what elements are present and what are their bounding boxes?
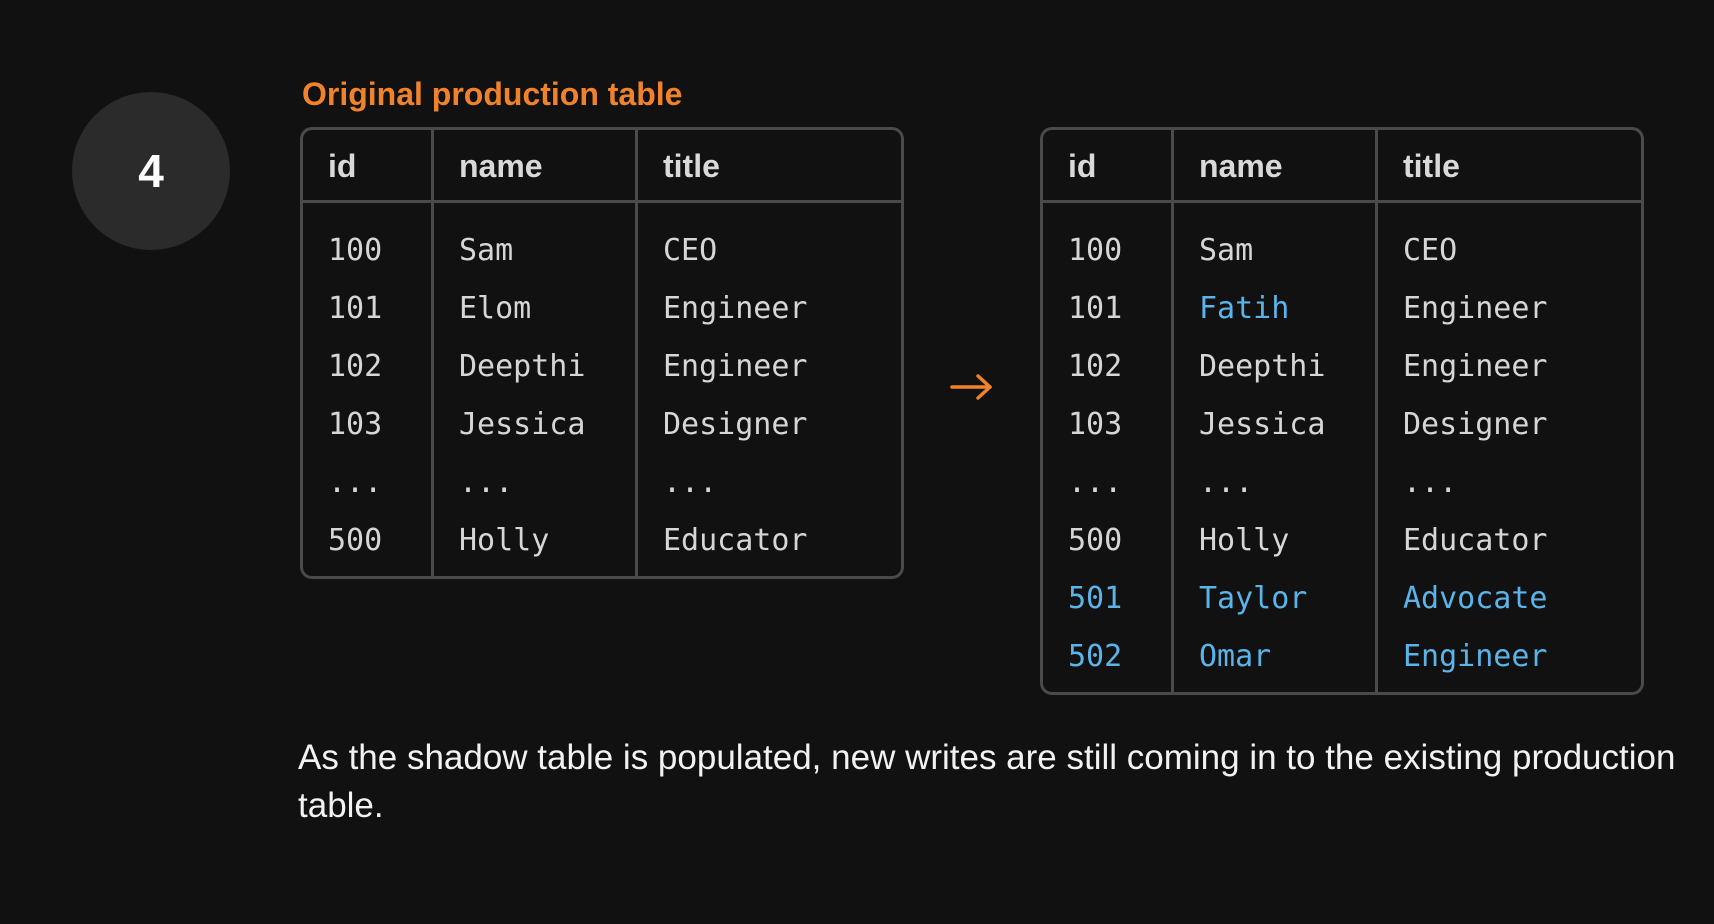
table-cell-name: Jessica	[459, 407, 586, 442]
table-cell-name: ...	[1199, 465, 1254, 500]
id-column-header: id	[1068, 148, 1097, 184]
table-cell-title: Engineer	[1403, 349, 1548, 384]
table-cell-id: 101	[328, 291, 383, 326]
table-cell-id: 500	[1068, 523, 1123, 558]
table-cell-title: Engineer	[663, 291, 808, 326]
table-cell-name: ...	[459, 465, 514, 500]
name-column: name Sam Elom Deepthi Jessica... Holly	[434, 130, 635, 576]
table-cell-id: ...	[328, 465, 383, 500]
table-cell-title: Designer	[1403, 407, 1548, 442]
column-divider	[635, 130, 638, 576]
title-cells: CEO Engineer Engineer Designer... Educator Ad…	[1403, 230, 1548, 692]
table-cell-title: ...	[663, 465, 718, 500]
id-column-header: id	[328, 148, 357, 184]
table-cell-title: Engineer	[663, 349, 808, 384]
title-column: title CEO Engineer Engineer Designer... Educ…	[1378, 130, 1641, 692]
table-cell-title: Educator	[663, 523, 808, 558]
table-cell-name: Fatih	[1199, 291, 1290, 326]
description-text: As the shadow table is populated, new wr…	[298, 738, 1676, 825]
title-cells: CEO Engineer Engineer Designer... Educator	[663, 230, 808, 576]
table-cell-name: Taylor	[1199, 581, 1308, 616]
table-cell-name: Deepthi	[1199, 349, 1326, 384]
table-cell-name: Holly	[459, 523, 550, 558]
column-divider	[431, 130, 434, 576]
id-cells: 100 101 102 103... 500	[328, 230, 383, 576]
right-arrow-icon	[950, 374, 992, 400]
original-production-table: id 100 101 102 103... 500 name Sam Elom Deepth…	[300, 127, 904, 579]
name-cells: Sam Elom Deepthi Jessica... Holly	[459, 230, 586, 576]
table-cell-id: 103	[1068, 407, 1123, 442]
id-cells: 100 101 102 103... 500 501 502	[1068, 230, 1123, 692]
table-cell-id: 501	[1068, 581, 1123, 616]
id-column: id 100 101 102 103... 500	[303, 130, 431, 576]
table-cell-title: Engineer	[1403, 291, 1548, 326]
updated-production-table: id 100 101 102 103... 500 501 502 name Sam Fati…	[1040, 127, 1644, 695]
id-column: id 100 101 102 103... 500 501 502	[1043, 130, 1171, 692]
original-table-caption: Original production table	[302, 76, 683, 112]
table-cell-id: ...	[1068, 465, 1123, 500]
table-cell-title: CEO	[1403, 233, 1458, 268]
table-cell-name: Omar	[1199, 639, 1272, 674]
table-cell-title: ...	[1403, 465, 1458, 500]
table-cell-id: 100	[328, 233, 383, 268]
title-column-header: title	[663, 148, 720, 184]
name-cells: Sam Fatih Deepthi Jessica... Holly Taylor Omar	[1199, 230, 1326, 692]
table-cell-title: Designer	[663, 407, 808, 442]
table-cell-title: Advocate	[1403, 581, 1548, 616]
title-column-header: title	[1403, 148, 1460, 184]
table-cell-title: CEO	[663, 233, 718, 268]
name-column-header: name	[459, 148, 543, 184]
table-cell-name: Sam	[459, 233, 514, 268]
column-divider	[1375, 130, 1378, 692]
name-column: name Sam Fatih Deepthi Jessica... Holly Taylo…	[1174, 130, 1375, 692]
header-divider	[303, 200, 901, 203]
table-cell-id: 500	[328, 523, 383, 558]
table-cell-id: 102	[1068, 349, 1123, 384]
table-cell-name: Elom	[459, 291, 532, 326]
header-divider	[1043, 200, 1641, 203]
table-cell-id: 103	[328, 407, 383, 442]
table-cell-id: 100	[1068, 233, 1123, 268]
step-number-badge: 4	[72, 92, 230, 250]
title-column: title CEO Engineer Engineer Designer... Educ…	[638, 130, 901, 576]
table-cell-name: Sam	[1199, 233, 1254, 268]
name-column-header: name	[1199, 148, 1283, 184]
table-cell-name: Holly	[1199, 523, 1290, 558]
table-cell-id: 101	[1068, 291, 1123, 326]
table-cell-title: Engineer	[1403, 639, 1548, 674]
table-cell-id: 102	[328, 349, 383, 384]
step-number: 4	[138, 145, 164, 197]
table-cell-title: Educator	[1403, 523, 1548, 558]
column-divider	[1171, 130, 1174, 692]
table-cell-name: Jessica	[1199, 407, 1326, 442]
table-cell-name: Deepthi	[459, 349, 586, 384]
table-cell-id: 502	[1068, 639, 1123, 674]
